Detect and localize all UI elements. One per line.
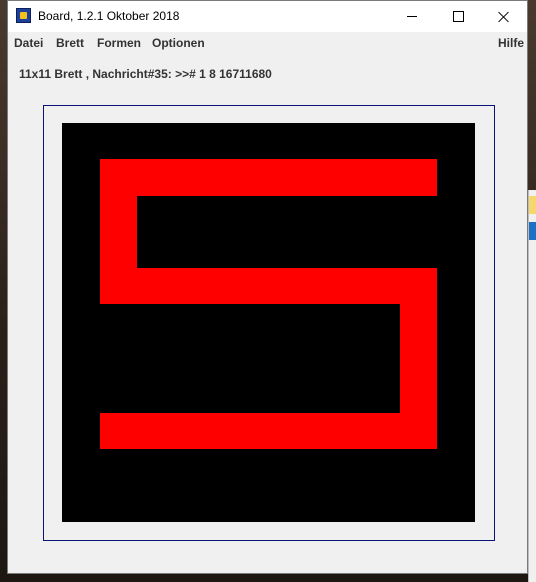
- board-cell[interactable]: [137, 268, 175, 304]
- board-cell[interactable]: [287, 268, 325, 304]
- board-cell[interactable]: [175, 268, 212, 304]
- board-cell[interactable]: [100, 268, 137, 304]
- board-cell[interactable]: [100, 232, 137, 268]
- board-cell[interactable]: [325, 159, 362, 196]
- menu-formen[interactable]: Formen: [97, 36, 141, 50]
- maximize-button[interactable]: [435, 1, 481, 32]
- board-cell[interactable]: [212, 159, 250, 196]
- board-grid[interactable]: [62, 123, 475, 522]
- board-frame: [43, 105, 495, 541]
- board-cell[interactable]: [400, 341, 437, 377]
- menu-datei[interactable]: Datei: [14, 36, 43, 50]
- minimize-icon: [407, 16, 417, 17]
- title-bar[interactable]: Board, 1.2.1 Oktober 2018: [8, 1, 527, 32]
- board-cell[interactable]: [400, 159, 437, 196]
- board-cell[interactable]: [212, 413, 250, 449]
- board-cell[interactable]: [400, 268, 437, 304]
- board-cell[interactable]: [100, 196, 137, 232]
- board-cell[interactable]: [137, 159, 175, 196]
- board-app-icon[interactable]: [16, 8, 31, 23]
- board-cell[interactable]: [400, 304, 437, 341]
- board-cell[interactable]: [362, 268, 400, 304]
- board-cell[interactable]: [287, 159, 325, 196]
- board-cell[interactable]: [287, 413, 325, 449]
- board-cell[interactable]: [250, 159, 287, 196]
- board-cell[interactable]: [400, 377, 437, 413]
- board-cell[interactable]: [325, 413, 362, 449]
- board-cell[interactable]: [325, 268, 362, 304]
- menu-hilfe[interactable]: Hilfe: [498, 36, 524, 50]
- close-button[interactable]: [481, 1, 527, 32]
- board-cell[interactable]: [400, 413, 437, 449]
- board-cell[interactable]: [100, 413, 137, 449]
- background-selection-strip: [529, 222, 536, 240]
- board-cell[interactable]: [250, 268, 287, 304]
- board-cell[interactable]: [137, 413, 175, 449]
- close-icon: [498, 11, 510, 23]
- board-cell[interactable]: [212, 268, 250, 304]
- board-cell[interactable]: [362, 159, 400, 196]
- minimize-button[interactable]: [389, 1, 435, 32]
- status-message: 11x11 Brett , Nachricht#35: >># 1 8 1671…: [19, 67, 272, 81]
- window-title: Board, 1.2.1 Oktober 2018: [38, 9, 180, 23]
- board-cell[interactable]: [250, 413, 287, 449]
- board-cell[interactable]: [175, 413, 212, 449]
- menu-brett[interactable]: Brett: [56, 36, 84, 50]
- menu-bar: Datei Brett Formen Optionen Hilfe: [8, 32, 527, 54]
- board-cell[interactable]: [175, 159, 212, 196]
- maximize-icon: [452, 11, 464, 22]
- background-window-edge: [528, 190, 536, 582]
- board-cell[interactable]: [362, 413, 400, 449]
- background-folder-icon: [529, 196, 536, 214]
- board-window: Board, 1.2.1 Oktober 2018 Datei Brett Fo…: [7, 0, 528, 574]
- menu-optionen[interactable]: Optionen: [152, 36, 205, 50]
- board-cell[interactable]: [100, 159, 137, 196]
